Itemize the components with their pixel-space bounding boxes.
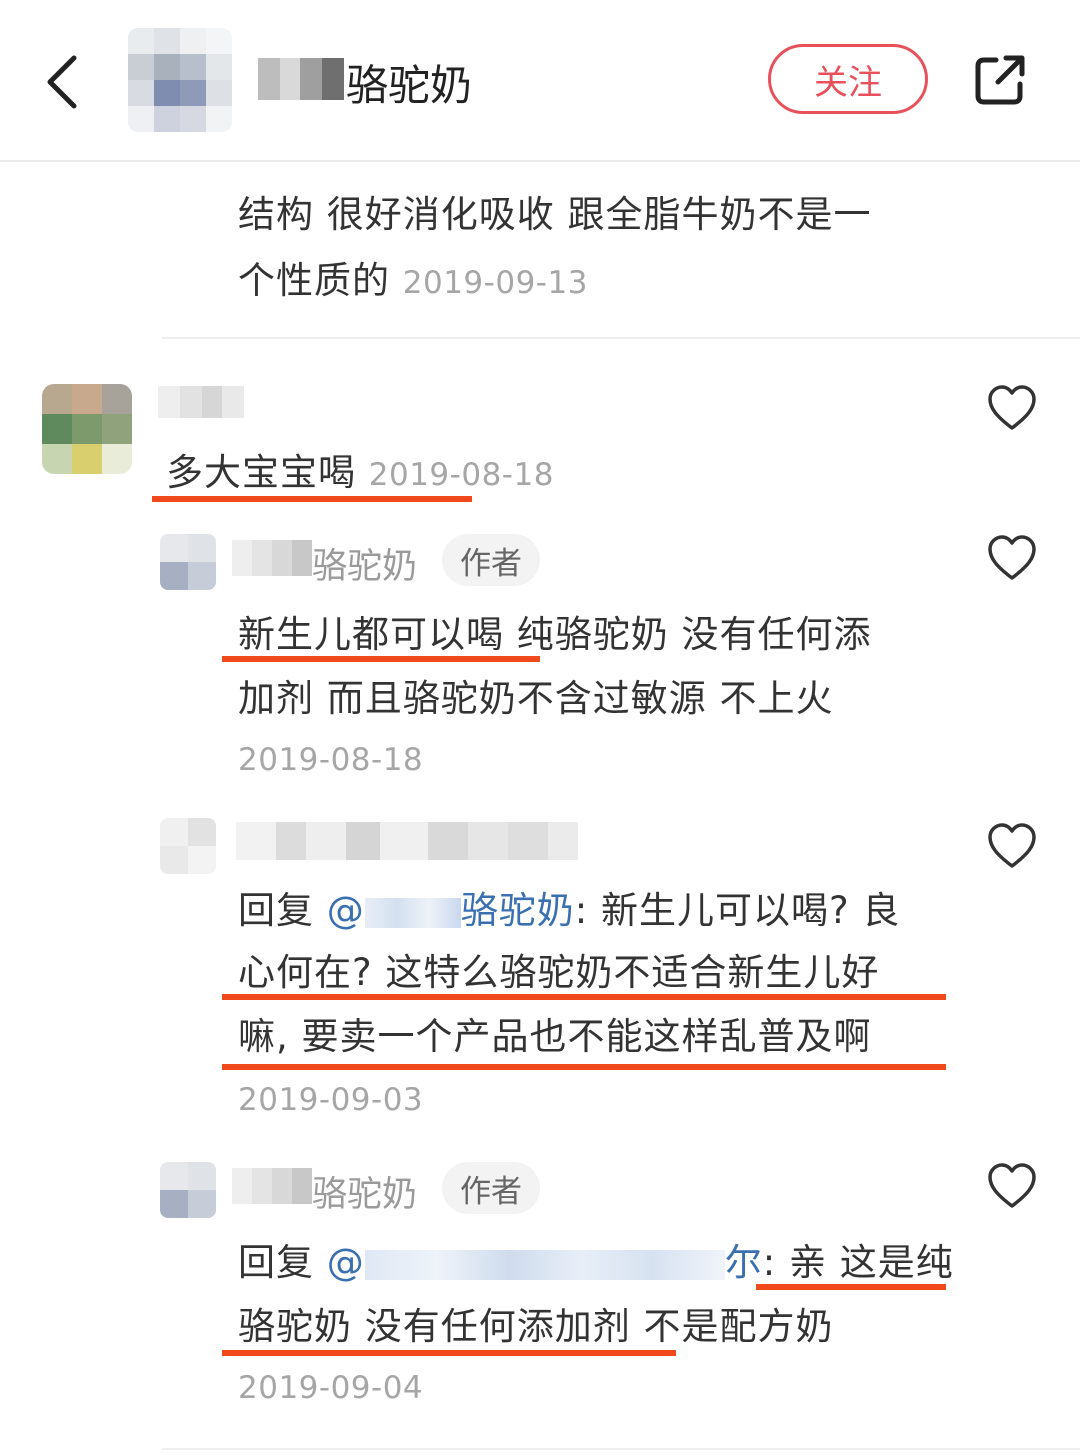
author-reply-avatar[interactable] (160, 1162, 216, 1218)
reply-date: 2019-08-18 (238, 742, 424, 778)
highlight-underline (222, 1064, 946, 1070)
comment-text: 结构 很好消化吸收 跟全脂牛奶不是一 (238, 193, 872, 236)
reply-date: 2019-09-03 (238, 1082, 424, 1118)
divider (162, 1448, 1080, 1450)
reply-author-name: 骆驼奶 (312, 1175, 418, 1215)
highlight-underline (756, 1284, 946, 1290)
divider (162, 337, 1080, 339)
comment-text: 多大宝宝喝 2019-08-18 (166, 451, 554, 494)
author-reply-avatar[interactable] (160, 534, 216, 590)
reply-text: 新生儿都可以喝 纯骆驼奶 没有任何添 (238, 613, 872, 656)
author-name-masked (258, 58, 344, 100)
back-chevron-icon[interactable] (40, 52, 90, 112)
reply-name-masked (232, 1168, 312, 1204)
follow-button[interactable]: 关注 (768, 44, 928, 114)
comment-date: 2019-09-13 (402, 265, 588, 301)
reply-text-line2: 心何在? 这特么骆驼奶不适合新生儿好 (238, 951, 880, 994)
reply-author-name: 骆驼奶 (312, 547, 418, 587)
heart-icon[interactable] (986, 822, 1038, 870)
author-name: 骆驼奶 (346, 61, 473, 110)
commenter-avatar[interactable] (42, 384, 132, 474)
comment-date: 2019-08-18 (368, 457, 554, 493)
reply-date: 2019-09-04 (238, 1370, 424, 1406)
author-badge: 作者 (442, 534, 540, 586)
highlight-underline (152, 496, 472, 502)
comment-text-line2: 个性质的 2019-09-13 (238, 259, 588, 302)
highlight-underline (222, 1350, 676, 1356)
replier-name-masked (236, 822, 578, 860)
heart-icon[interactable] (986, 1162, 1038, 1210)
heart-icon[interactable] (986, 534, 1038, 582)
heart-icon[interactable] (986, 384, 1038, 432)
author-badge: 作者 (442, 1162, 540, 1214)
commenter-name-masked (158, 386, 244, 418)
reply-text-line3: 嘛, 要卖一个产品也不能这样乱普及啊 (238, 1015, 872, 1058)
reply-text: 回复 @ 骆驼奶: 新生儿可以喝? 良 (238, 889, 901, 932)
reply-name-masked (232, 540, 312, 576)
top-bar: 骆驼奶 关注 (0, 0, 1080, 162)
highlight-underline (222, 656, 540, 662)
replier-avatar[interactable] (160, 818, 216, 874)
author-avatar[interactable] (128, 28, 232, 132)
mention-link[interactable]: @ 骆驼奶 (327, 889, 575, 932)
share-icon[interactable] (972, 52, 1028, 108)
highlight-underline (222, 994, 946, 1000)
reply-text-line2: 骆驼奶 没有任何添加剂 不是配方奶 (238, 1305, 834, 1348)
reply-text: 回复 @ 尔: 亲 这是纯 (238, 1241, 954, 1284)
mention-link[interactable]: @ 尔 (327, 1241, 763, 1284)
reply-text-line2: 加剂 而且骆驼奶不含过敏源 不上火 (238, 677, 834, 720)
